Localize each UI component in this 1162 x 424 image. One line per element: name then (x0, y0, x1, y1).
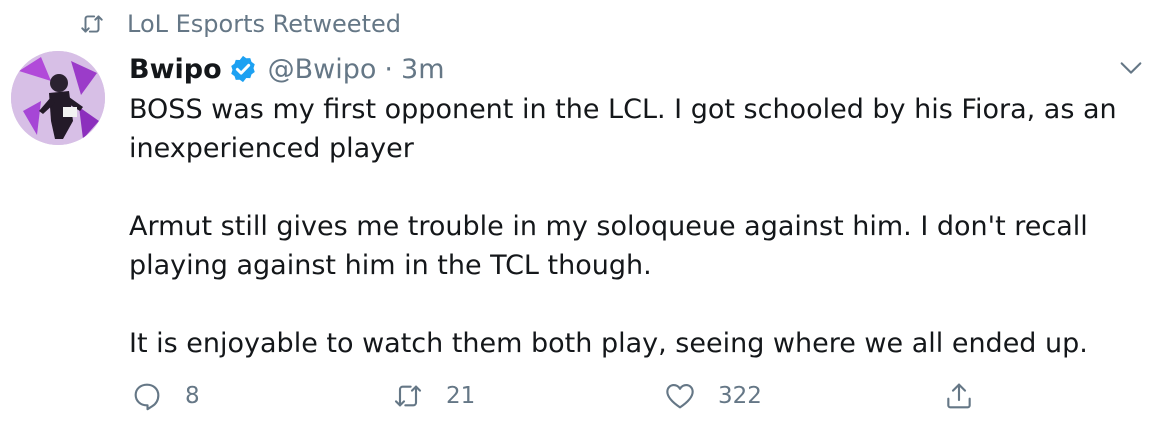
social-context: LoL Esports Retweeted (79, 8, 401, 40)
tweet-paragraph: It is enjoyable to watch them both play,… (129, 328, 1088, 359)
social-context-label[interactable]: LoL Esports Retweeted (127, 10, 401, 38)
like-button[interactable]: 322 (664, 376, 762, 416)
reply-button[interactable]: 8 (131, 376, 200, 416)
tweet-paragraph: BOSS was my first opponent in the LCL. I… (129, 94, 1126, 164)
retweet-icon (394, 385, 422, 407)
action-bar: 8 21 322 (0, 376, 1162, 416)
tweet-paragraph: Armut still gives me trouble in my soloq… (129, 211, 1097, 281)
retweet-button[interactable]: 21 (392, 376, 475, 416)
chevron-down-icon[interactable] (1117, 54, 1145, 82)
verified-badge-icon (230, 55, 255, 83)
username-handle[interactable]: @Bwipo (268, 54, 377, 85)
tweet[interactable]: LoL Esports Retweeted Bwipo @Bwipo · 3m (0, 0, 1162, 424)
share-button[interactable] (943, 376, 975, 416)
share-icon (947, 383, 971, 409)
avatar[interactable] (11, 51, 105, 145)
avatar-image (11, 51, 105, 145)
retweet-count: 21 (446, 383, 476, 409)
like-count: 322 (718, 383, 762, 409)
retweet-icon (81, 15, 103, 33)
tweet-header: Bwipo @Bwipo · 3m (129, 50, 445, 88)
reply-count: 8 (185, 383, 200, 409)
timestamp[interactable]: 3m (401, 54, 444, 85)
tweet-text: BOSS was my first opponent in the LCL. I… (129, 90, 1154, 363)
heart-icon (666, 384, 694, 409)
reply-icon (134, 383, 160, 411)
display-name[interactable]: Bwipo (129, 54, 222, 85)
header-separator: · (384, 53, 394, 85)
